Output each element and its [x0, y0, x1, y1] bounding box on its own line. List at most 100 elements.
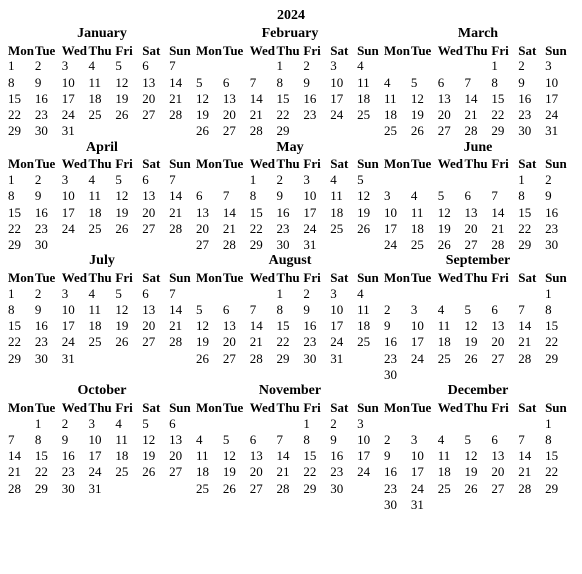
week-row: 1234567 — [8, 286, 196, 302]
day-cell: 15 — [303, 448, 330, 464]
day-cell — [223, 286, 250, 302]
day-cell: 14 — [169, 188, 196, 204]
day-header: Sun — [357, 156, 384, 172]
day-cell: 31 — [89, 481, 116, 497]
day-cell: 18 — [438, 464, 465, 480]
day-cell — [357, 123, 384, 139]
day-cell: 24 — [330, 334, 357, 350]
week-row: 293031 — [8, 123, 196, 139]
day-cell: 5 — [438, 188, 465, 204]
day-header: Thu — [89, 400, 116, 416]
day-cell: 12 — [196, 318, 223, 334]
day-cell: 22 — [8, 221, 35, 237]
day-cell: 9 — [35, 75, 62, 91]
day-cell: 22 — [491, 107, 518, 123]
month-table: MonTueWedThuFriSatSun1234567891011121314… — [384, 270, 572, 383]
week-row: 2345678 — [384, 432, 572, 448]
day-cell: 27 — [142, 334, 169, 350]
day-cell: 29 — [8, 237, 35, 253]
day-cell: 16 — [303, 91, 330, 107]
month-name: August — [196, 253, 384, 270]
day-header: Wed — [438, 270, 465, 286]
month-table: MonTueWedThuFriSatSun1234567891011121314… — [384, 43, 572, 140]
day-cell — [223, 416, 250, 432]
day-cell: 20 — [142, 205, 169, 221]
day-cell: 7 — [169, 172, 196, 188]
day-cell: 21 — [223, 221, 250, 237]
day-cell: 22 — [250, 221, 277, 237]
week-row: 28293031 — [8, 481, 196, 497]
day-cell: 20 — [142, 91, 169, 107]
week-row: 252627282930 — [196, 481, 384, 497]
week-row: 6789101112 — [196, 188, 384, 204]
month-name: May — [196, 140, 384, 157]
day-header: Tue — [411, 156, 438, 172]
day-cell: 24 — [545, 107, 572, 123]
day-cell: 27 — [250, 481, 277, 497]
day-cell: 11 — [89, 302, 116, 318]
day-cell: 26 — [115, 107, 142, 123]
day-header: Fri — [303, 43, 330, 59]
day-header: Tue — [35, 156, 62, 172]
day-cell: 6 — [196, 188, 223, 204]
day-header: Thu — [89, 270, 116, 286]
day-cell: 1 — [277, 286, 304, 302]
day-cell: 29 — [545, 481, 572, 497]
day-header: Wed — [438, 400, 465, 416]
day-cell: 29 — [545, 351, 572, 367]
day-cell: 23 — [545, 221, 572, 237]
month-table: MonTueWedThuFriSatSun1234567891011121314… — [8, 270, 196, 367]
day-cell: 11 — [196, 448, 223, 464]
day-cell: 1 — [8, 286, 35, 302]
day-header: Tue — [411, 400, 438, 416]
day-cell: 20 — [250, 464, 277, 480]
day-cell: 28 — [223, 237, 250, 253]
month-may: MayMonTueWedThuFriSatSun1234567891011121… — [196, 140, 384, 254]
day-cell: 23 — [384, 351, 411, 367]
day-cell: 24 — [62, 221, 89, 237]
day-header: Fri — [303, 400, 330, 416]
week-row: 1234 — [196, 286, 384, 302]
day-cell: 21 — [250, 107, 277, 123]
day-cell: 7 — [250, 75, 277, 91]
day-cell: 10 — [62, 302, 89, 318]
day-header: Sat — [330, 43, 357, 59]
day-cell — [465, 367, 492, 383]
day-cell: 7 — [491, 188, 518, 204]
day-header: Sat — [142, 270, 169, 286]
day-cell: 11 — [115, 432, 142, 448]
day-cell: 11 — [438, 318, 465, 334]
week-row: 293031 — [8, 351, 196, 367]
day-cell: 16 — [303, 318, 330, 334]
day-cell: 17 — [411, 334, 438, 350]
day-cell: 13 — [465, 205, 492, 221]
day-cell: 24 — [62, 334, 89, 350]
day-cell: 2 — [330, 416, 357, 432]
day-cell: 29 — [491, 123, 518, 139]
day-cell: 28 — [169, 221, 196, 237]
day-cell: 2 — [545, 172, 572, 188]
month-april: AprilMonTueWedThuFriSatSun12345678910111… — [8, 140, 196, 254]
day-cell: 30 — [277, 237, 304, 253]
day-cell — [384, 172, 411, 188]
day-cell: 13 — [142, 75, 169, 91]
day-cell: 17 — [330, 318, 357, 334]
day-cell: 23 — [518, 107, 545, 123]
day-header: Sat — [142, 156, 169, 172]
day-cell: 8 — [491, 75, 518, 91]
day-header: Wed — [62, 156, 89, 172]
day-cell: 16 — [277, 205, 304, 221]
day-header: Fri — [303, 270, 330, 286]
day-cell: 15 — [518, 205, 545, 221]
day-cell: 27 — [142, 107, 169, 123]
day-cell: 26 — [115, 221, 142, 237]
day-cell: 5 — [411, 75, 438, 91]
week-row: 26272829 — [196, 123, 384, 139]
day-header: Wed — [438, 156, 465, 172]
day-cell: 5 — [115, 172, 142, 188]
day-cell: 12 — [357, 188, 384, 204]
day-cell: 28 — [250, 123, 277, 139]
day-cell: 31 — [545, 123, 572, 139]
day-header: Wed — [62, 400, 89, 416]
day-cell: 14 — [277, 448, 304, 464]
